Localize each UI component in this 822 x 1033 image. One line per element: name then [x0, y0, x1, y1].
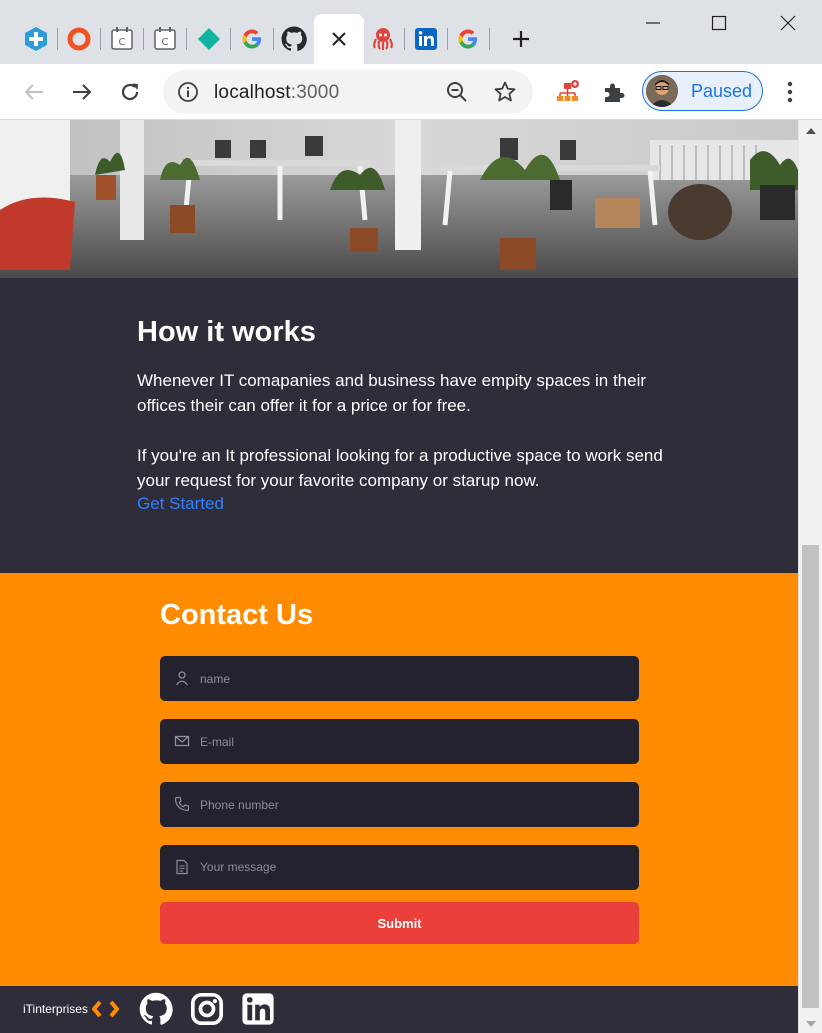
- tab-calendar-1[interactable]: C: [105, 22, 139, 56]
- tab-linkedin[interactable]: [409, 22, 443, 56]
- tab-plus-badge[interactable]: [19, 22, 53, 56]
- ring-icon: [67, 27, 91, 51]
- zoom-out-icon[interactable]: [445, 80, 469, 104]
- get-started-link[interactable]: Get Started: [137, 494, 224, 514]
- email-field[interactable]: [160, 719, 639, 764]
- address-bar[interactable]: localhost:3000: [163, 70, 533, 114]
- instagram-icon[interactable]: [190, 992, 224, 1026]
- maximize-button[interactable]: [704, 8, 734, 38]
- info-icon[interactable]: [177, 81, 199, 103]
- message-field[interactable]: [160, 845, 639, 890]
- plus-badge-icon: [25, 27, 47, 51]
- extensions-button[interactable]: [600, 78, 628, 106]
- how-it-works-section: How it works Whenever IT comapanies and …: [0, 278, 798, 573]
- calendar-c-icon: C: [111, 27, 133, 50]
- tab-diamond[interactable]: [192, 22, 226, 56]
- brand-name: iTinterprises: [23, 1002, 88, 1016]
- tab-separator: [273, 28, 274, 50]
- scroll-down-arrow-icon[interactable]: [806, 1021, 816, 1027]
- tab-separator: [404, 28, 405, 50]
- scroll-up-arrow-icon[interactable]: [806, 128, 816, 134]
- extension-sitemap-button[interactable]: [554, 78, 582, 106]
- tab-active-close[interactable]: [314, 14, 364, 64]
- browser-toolbar: localhost:3000 Paused: [0, 64, 822, 120]
- vertical-scrollbar[interactable]: [798, 120, 822, 1033]
- close-icon: [332, 32, 346, 46]
- contact-section: Contact Us Submit: [0, 573, 798, 986]
- sitemap-icon: [557, 80, 579, 101]
- message-input[interactable]: [200, 845, 630, 890]
- octopus-icon: [373, 28, 393, 50]
- close-icon: [780, 15, 796, 31]
- name-input[interactable]: [200, 656, 630, 701]
- office-hero-image: [0, 120, 798, 278]
- minimize-icon: [646, 22, 660, 24]
- tab-google-2[interactable]: [451, 22, 485, 56]
- tab-calendar-2[interactable]: C: [148, 22, 182, 56]
- window-close-button[interactable]: [773, 8, 803, 38]
- phone-field[interactable]: [160, 782, 639, 827]
- tab-separator: [186, 28, 187, 50]
- tab-separator: [230, 28, 231, 50]
- back-button[interactable]: [18, 76, 50, 108]
- brand-chevrons-icon: [92, 1000, 119, 1018]
- reload-button[interactable]: [114, 76, 146, 108]
- tab-google-1[interactable]: [235, 22, 269, 56]
- arrow-right-icon: [73, 84, 92, 100]
- forward-button[interactable]: [66, 76, 98, 108]
- reload-icon: [121, 83, 139, 101]
- tab-separator: [489, 28, 490, 50]
- how-it-works-paragraph-2: If you're an It professional looking for…: [137, 446, 663, 490]
- svg-text:C: C: [162, 37, 169, 48]
- linkedin-icon[interactable]: [241, 992, 275, 1026]
- name-field[interactable]: [160, 656, 639, 701]
- user-icon: [175, 671, 189, 686]
- tab-separator: [100, 28, 101, 50]
- maximize-icon: [711, 15, 727, 31]
- more-vertical-icon: [787, 81, 793, 103]
- document-icon: [176, 859, 188, 875]
- section-title: Contact Us: [160, 599, 314, 631]
- calendar-c-icon: C: [154, 27, 176, 50]
- minimize-button[interactable]: [638, 8, 668, 38]
- tab-strip: C C: [0, 0, 822, 64]
- section-title: How it works: [137, 316, 316, 348]
- page-footer: iTinterprises: [0, 986, 798, 1033]
- email-input[interactable]: [200, 719, 630, 764]
- arrow-left-icon: [24, 84, 43, 100]
- phone-input[interactable]: [200, 782, 630, 827]
- tab-octopus[interactable]: [366, 22, 400, 56]
- google-icon: [458, 29, 477, 49]
- linkedin-icon: [415, 28, 437, 50]
- how-it-works-paragraph-1: Whenever IT comapanies and business have…: [137, 371, 647, 415]
- avatar: [646, 75, 678, 107]
- google-icon: [242, 29, 261, 49]
- profile-button[interactable]: Paused: [642, 71, 763, 111]
- plus-icon: [513, 31, 529, 47]
- svg-text:C: C: [119, 37, 126, 48]
- new-tab-button[interactable]: [506, 24, 536, 54]
- tab-ring[interactable]: [62, 22, 96, 56]
- profile-status-label: Paused: [691, 81, 753, 101]
- github-icon: [281, 26, 307, 52]
- diamond-icon: [198, 28, 220, 50]
- url-text[interactable]: localhost:3000: [214, 82, 339, 104]
- submit-button[interactable]: Submit: [160, 902, 639, 944]
- page-viewport: How it works Whenever IT comapanies and …: [0, 120, 798, 1033]
- star-icon[interactable]: [493, 80, 517, 104]
- tab-separator: [143, 28, 144, 50]
- scroll-thumb[interactable]: [802, 545, 819, 1008]
- mail-icon: [174, 735, 190, 747]
- github-icon[interactable]: [139, 992, 173, 1026]
- phone-icon: [174, 796, 190, 812]
- tab-github[interactable]: [277, 22, 311, 56]
- puzzle-icon: [605, 83, 625, 102]
- browser-menu-button[interactable]: [776, 76, 804, 108]
- tab-separator: [57, 28, 58, 50]
- tab-separator: [447, 28, 448, 50]
